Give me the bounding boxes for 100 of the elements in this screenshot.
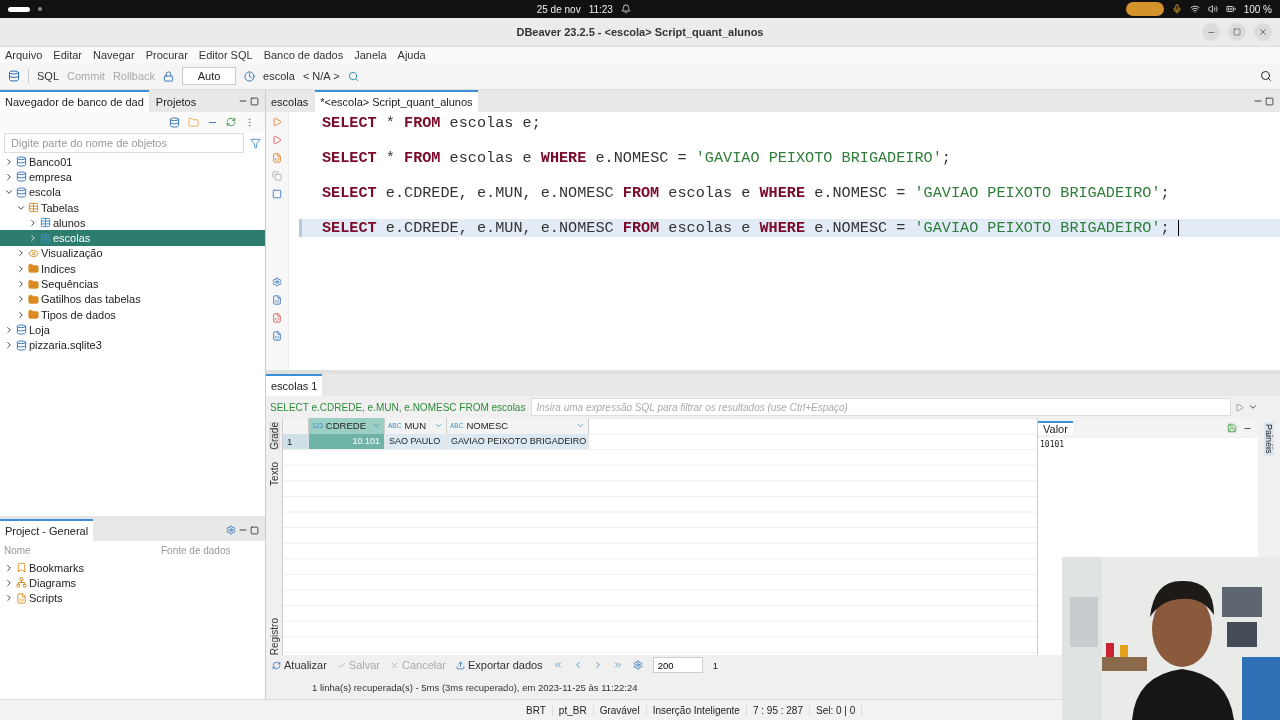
microphone-icon[interactable] [1171,4,1182,14]
tree-item[interactable]: Gatilhos das tabelas [0,291,265,307]
expand-icon[interactable] [4,593,14,604]
tree-item[interactable]: pizzaria.sqlite3 [0,337,265,353]
menu-item[interactable]: Navegar [93,49,135,61]
menu-item[interactable]: Procurar [145,49,188,61]
dropdown-icon[interactable] [1248,402,1258,412]
maximize-icon[interactable] [1265,96,1274,106]
maximize-button[interactable] [1228,23,1246,41]
workspace-dot [38,7,42,11]
schema-selector[interactable]: < N/A > [302,70,340,82]
expand-icon[interactable] [4,324,14,335]
view-tab[interactable]: Registro [268,617,280,655]
notification-icon[interactable] [620,4,631,14]
column-header: Fonte de dados [161,545,231,556]
settings-icon[interactable] [272,277,282,287]
toolbar-button[interactable]: SQL [37,70,59,82]
search-icon[interactable] [1260,70,1272,82]
expand-icon[interactable] [4,156,14,167]
file-icon[interactable] [272,313,282,323]
editor-tab[interactable]: escolas [266,90,314,112]
status-text: Gravável [593,704,647,716]
action-button[interactable]: Exportar dados [456,659,543,671]
expand-icon[interactable] [4,171,14,182]
screen-record-indicator[interactable] [1125,2,1164,16]
tree-item[interactable]: Loja [0,322,265,338]
code-line: SELECT e.CDREDE, e.MUN, e.NOMESC FROM escolas e WHERE e.NOMESC = 'GAVIAO PEIXOTO BRIGADEIRO'; [321,184,1171,202]
tree-item[interactable]: Indices [0,261,265,277]
bookmark-icon [16,562,27,574]
settings-icon[interactable] [226,525,236,535]
file-icon[interactable] [272,331,282,341]
filter-field[interactable]: Insira uma expressão SQL para filtrar os resultados (use Ctrl+Espaço) [531,398,1231,416]
settings-icon[interactable] [632,660,643,670]
file-icon[interactable] [272,295,282,305]
maximize-icon[interactable] [1233,28,1241,36]
tree-item[interactable]: escolas [0,230,265,246]
panel-tab[interactable]: Project - General [0,519,94,541]
result-tab[interactable]: escolas 1 [266,374,323,396]
expand-icon[interactable] [4,577,14,588]
wifi-icon[interactable] [1189,4,1200,14]
tree-item[interactable]: Sequências [0,276,265,292]
expand-icon[interactable] [16,309,26,320]
save-icon[interactable] [1227,423,1237,433]
check-icon [336,660,346,670]
maximize-icon[interactable] [250,525,259,535]
expand-icon[interactable] [4,562,14,573]
tree-item[interactable]: Tipos de dados [0,306,265,323]
expand-icon[interactable] [4,340,14,351]
tree-item[interactable]: escola [0,184,265,200]
tree-item[interactable]: Scripts [0,590,265,606]
expand-icon[interactable] [16,248,26,259]
action-button[interactable]: Atualizar [272,659,327,671]
menu-item[interactable]: Arquivo [5,49,43,61]
expand-icon[interactable] [16,263,26,274]
tree-item[interactable]: alunos [0,215,265,231]
date-text: 25 de nov [536,3,581,15]
expand-icon[interactable] [28,233,38,244]
menu-item[interactable]: Janela [354,49,387,61]
execute-icon[interactable] [272,117,282,127]
maximize-icon[interactable] [250,96,259,106]
close-button[interactable] [1254,23,1272,41]
panels-tab[interactable]: Painéis [1264,422,1274,456]
fetch-size-field[interactable]: 200 [652,657,703,673]
apply-filter-icon[interactable] [1235,402,1244,412]
status-text: 7 : 95 : 287 [746,704,810,716]
view-tab[interactable]: Grade [268,422,280,450]
status-text: Inserção Inteligente [646,704,747,716]
tree-item[interactable]: Visualização [0,245,265,262]
expand-icon[interactable] [16,279,26,289]
table-folder-icon [28,202,39,214]
search-field[interactable]: Digite parte do nome de objetos [4,133,244,153]
close-icon[interactable] [1258,27,1268,37]
menu-item[interactable]: Ajuda [397,49,426,61]
first-page-icon[interactable] [552,660,563,670]
sync-icon[interactable] [226,117,236,127]
tree-item[interactable]: Bookmarks [0,560,265,576]
battery-icon[interactable] [1225,4,1236,14]
panel-tab[interactable]: Projetos [150,90,202,112]
expand-icon[interactable] [28,217,38,228]
tree-item[interactable]: Tabelas [0,199,265,216]
tree-item[interactable]: Diagrams [0,575,265,591]
copy-icon[interactable] [272,171,282,181]
database-selector[interactable]: escola [263,70,295,82]
menu-item[interactable]: Editor SQL [198,49,253,61]
panel-tab[interactable]: Navegador de banco de dad [0,90,149,112]
tree-item[interactable]: Banco01 [0,154,265,170]
lock-icon[interactable] [163,70,175,82]
transaction-mode-field[interactable]: Auto [182,67,237,85]
filter-icon[interactable] [250,137,261,149]
editor-tab[interactable]: *<escola> Script_quant_alunos [315,90,478,112]
execute-script-icon[interactable] [272,135,282,145]
view-tab[interactable]: Texto [268,461,280,486]
script-icon [16,592,27,604]
history-icon[interactable] [244,70,256,82]
tree-item[interactable]: empresa [0,169,265,185]
volume-icon[interactable] [1207,4,1218,14]
menu-item[interactable]: Editar [53,49,83,61]
expand-icon[interactable] [16,294,26,305]
panel-tab[interactable]: Valor [1038,421,1073,435]
menu-item[interactable]: Banco de dados [263,49,344,61]
